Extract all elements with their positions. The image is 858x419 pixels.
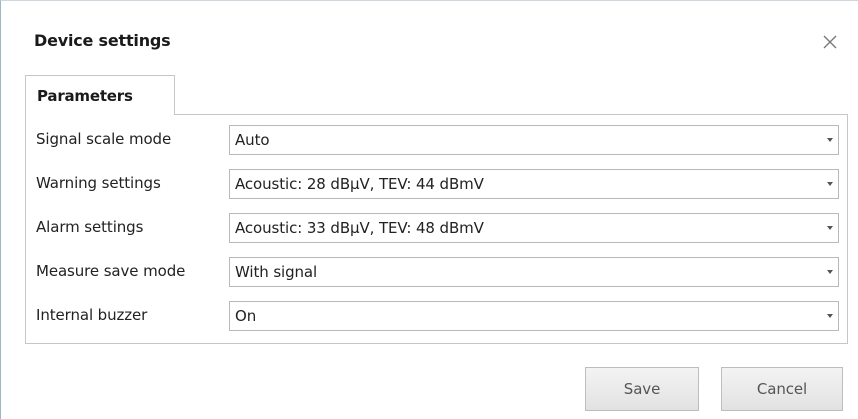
measure-save-mode-value: With signal <box>235 263 318 281</box>
chevron-down-icon <box>827 182 833 186</box>
setting-row-alarm-settings: Alarm settings Acoustic: 33 dBµV, TEV: 4… <box>26 208 847 246</box>
alarm-settings-select[interactable]: Acoustic: 33 dBµV, TEV: 48 dBmV <box>229 213 839 243</box>
alarm-settings-label: Alarm settings <box>36 218 144 236</box>
tab-parameters[interactable]: Parameters <box>25 75 175 115</box>
setting-row-measure-save-mode: Measure save mode With signal <box>26 252 847 290</box>
setting-row-signal-scale-mode: Signal scale mode Auto <box>26 120 847 158</box>
chevron-down-icon <box>827 314 833 318</box>
chevron-down-icon <box>827 226 833 230</box>
internal-buzzer-select[interactable]: On <box>229 301 839 331</box>
alarm-settings-value: Acoustic: 33 dBµV, TEV: 48 dBmV <box>235 219 484 237</box>
setting-row-warning-settings: Warning settings Acoustic: 28 dBµV, TEV:… <box>26 164 847 202</box>
warning-settings-label: Warning settings <box>36 174 161 192</box>
tab-parameters-label: Parameters <box>37 87 133 105</box>
device-settings-dialog: Device settings Parameters Signal scale … <box>0 0 858 419</box>
setting-row-internal-buzzer: Internal buzzer On <box>26 296 847 334</box>
signal-scale-mode-select[interactable]: Auto <box>229 125 839 155</box>
warning-settings-value: Acoustic: 28 dBµV, TEV: 44 dBmV <box>235 175 484 193</box>
save-button[interactable]: Save <box>585 367 699 411</box>
chevron-down-icon <box>827 138 833 142</box>
signal-scale-mode-label: Signal scale mode <box>36 130 172 148</box>
signal-scale-mode-value: Auto <box>235 131 270 149</box>
warning-settings-select[interactable]: Acoustic: 28 dBµV, TEV: 44 dBmV <box>229 169 839 199</box>
measure-save-mode-label: Measure save mode <box>36 262 186 280</box>
cancel-button[interactable]: Cancel <box>721 367 843 411</box>
internal-buzzer-value: On <box>235 307 257 325</box>
chevron-down-icon <box>827 270 833 274</box>
parameters-panel: Signal scale mode Auto Warning settings … <box>25 114 848 344</box>
dialog-title: Device settings <box>34 31 171 50</box>
measure-save-mode-select[interactable]: With signal <box>229 257 839 287</box>
close-icon[interactable] <box>818 30 842 54</box>
internal-buzzer-label: Internal buzzer <box>36 306 148 324</box>
